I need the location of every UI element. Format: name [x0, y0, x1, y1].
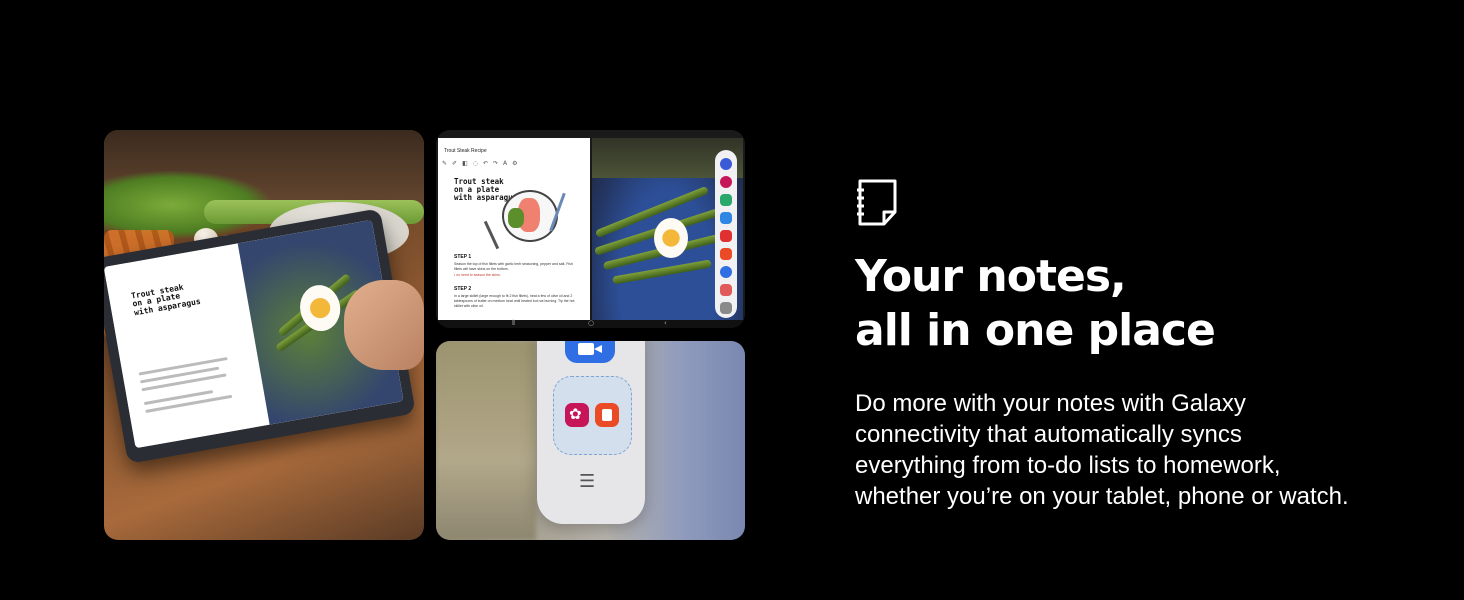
body-line-2: connectivity that automatically syncs [855, 421, 1242, 448]
body-line-4: whether you’re on your tablet, phone or … [855, 483, 1349, 510]
samsung-notes-app-icon[interactable] [595, 403, 619, 427]
plate-sketch [502, 190, 558, 242]
notes-icon [857, 179, 897, 226]
calculator-app-icon[interactable] [720, 194, 732, 206]
brush-icon[interactable]: ✐ [452, 160, 457, 168]
flower-app-icon[interactable] [565, 403, 589, 427]
settings-icon[interactable]: ⚙ [512, 160, 517, 168]
messages-app-icon[interactable] [720, 212, 732, 224]
step2-text: In a large skillet (large enough to fit … [454, 294, 575, 308]
step2-label: STEP 2 [454, 286, 472, 292]
navigation-bar: ⦀ ○ ‹ [436, 319, 745, 328]
body-line-3: everything from to-do lists to homework, [855, 452, 1281, 479]
eraser-icon[interactable]: ◧ [462, 160, 468, 168]
more-apps-icon[interactable] [720, 302, 732, 314]
text-line [141, 373, 227, 392]
youtube-app-icon[interactable] [720, 230, 732, 242]
edge-panel-closeup: ☰ [436, 341, 745, 540]
note-toolbar: ✎ ✐ ◧ ◌ ↶ ↷ A ⚙ [442, 160, 586, 168]
camera-icon [578, 343, 594, 355]
menu-icon[interactable]: ☰ [579, 471, 595, 492]
hand [344, 280, 424, 370]
gallery-app-icon[interactable] [720, 176, 732, 188]
camera-lens-icon [594, 345, 602, 353]
body-line-1: Do more with your notes with Galaxy [855, 390, 1246, 417]
kitchen-tablet-photo: Trout steak on a plate with asparagus [104, 130, 424, 540]
notes-app-icon[interactable] [720, 248, 732, 260]
headline: Your notes, all in one place [855, 250, 1216, 358]
samsung-notes-pane: Trout Steak Recipe ✎ ✐ ◧ ◌ ↶ ↷ A ⚙ Trout… [438, 138, 590, 320]
lasso-icon[interactable]: ◌ [473, 160, 478, 168]
asparagus-sketch [508, 208, 524, 228]
recents-icon[interactable]: ⦀ [512, 319, 515, 328]
egg [654, 218, 688, 258]
fork-sketch [483, 220, 500, 250]
video-call-app-icon[interactable] [565, 341, 615, 363]
split-screen-view: Trout Steak Recipe ✎ ✐ ◧ ◌ ↶ ↷ A ⚙ Trout… [436, 130, 745, 328]
note-heading: Trout steak on a plate with asparagus [454, 177, 518, 202]
edge-panel-bar[interactable] [715, 150, 737, 318]
body-copy: Do more with your notes with Galaxy conn… [855, 388, 1395, 512]
back-icon[interactable]: ‹ [664, 319, 667, 327]
note-app-title: Trout Steak Recipe [444, 148, 487, 154]
step1-text: Season the top of fish fillets with garl… [454, 262, 573, 271]
redo-icon[interactable]: ↷ [493, 160, 498, 168]
undo-icon[interactable]: ↶ [483, 160, 488, 168]
blurred-background [436, 341, 536, 540]
pen-icon[interactable]: ✎ [442, 160, 447, 168]
tablet-note-heading: Trout steak on a plate with asparagus [130, 282, 202, 318]
headline-line-2: all in one place [855, 305, 1216, 356]
text-line [145, 394, 233, 413]
text-icon[interactable]: A [503, 160, 507, 168]
clock-app-icon[interactable] [720, 158, 732, 170]
headline-line-1: Your notes, [855, 251, 1127, 302]
shortcut-app-icon[interactable] [720, 284, 732, 296]
food-photo-pane [592, 138, 743, 320]
step1-note: • no need to season the skins. [454, 273, 501, 277]
video-app-icon[interactable] [720, 266, 732, 278]
home-icon[interactable]: ○ [588, 319, 594, 327]
step1-label: STEP 1 [454, 254, 472, 260]
